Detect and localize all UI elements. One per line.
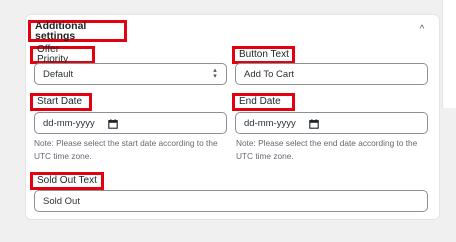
start-date-placeholder: dd-mm-yyyy — [43, 117, 95, 129]
calendar-icon[interactable] — [108, 119, 118, 129]
sold-out-text-value: Sold Out — [43, 195, 80, 207]
start-date-input[interactable]: dd-mm-yyyy — [34, 112, 227, 134]
adjacent-card-edge — [442, 0, 456, 108]
end-date-input[interactable]: dd-mm-yyyy — [235, 112, 428, 134]
section-title: Additional settings — [28, 20, 127, 42]
end-date-note-line-2: UTC time zone. — [236, 151, 294, 161]
offer-priority-select[interactable]: Default ▴ ▾ — [34, 63, 227, 85]
end-date-placeholder: dd-mm-yyyy — [244, 117, 296, 129]
end-date-label: End Date — [232, 93, 295, 111]
calendar-icon[interactable] — [309, 119, 319, 129]
sold-out-text-input[interactable]: Sold Out — [34, 190, 428, 212]
start-date-note-line-2: UTC time zone. — [34, 151, 92, 161]
end-date-note-line-1: Note: Please select the end date accordi… — [236, 138, 418, 148]
button-text-label: Button Text — [232, 46, 295, 64]
sold-out-text-label: Sold Out Text — [30, 172, 104, 190]
select-arrows-icon: ▴ ▾ — [213, 67, 217, 80]
start-date-note: Note: Please select the start date accor… — [34, 137, 234, 163]
button-text-value: Add To Cart — [244, 68, 294, 80]
start-date-note-line-1: Note: Please select the start date accor… — [34, 138, 218, 148]
button-text-input[interactable]: Add To Cart — [235, 63, 428, 85]
start-date-label: Start Date — [30, 93, 92, 111]
end-date-note: Note: Please select the end date accordi… — [236, 137, 440, 163]
offer-priority-label: Offer Priority — [30, 45, 95, 65]
offer-priority-value: Default — [43, 68, 74, 80]
collapse-caret-icon[interactable]: ^ — [416, 22, 428, 36]
